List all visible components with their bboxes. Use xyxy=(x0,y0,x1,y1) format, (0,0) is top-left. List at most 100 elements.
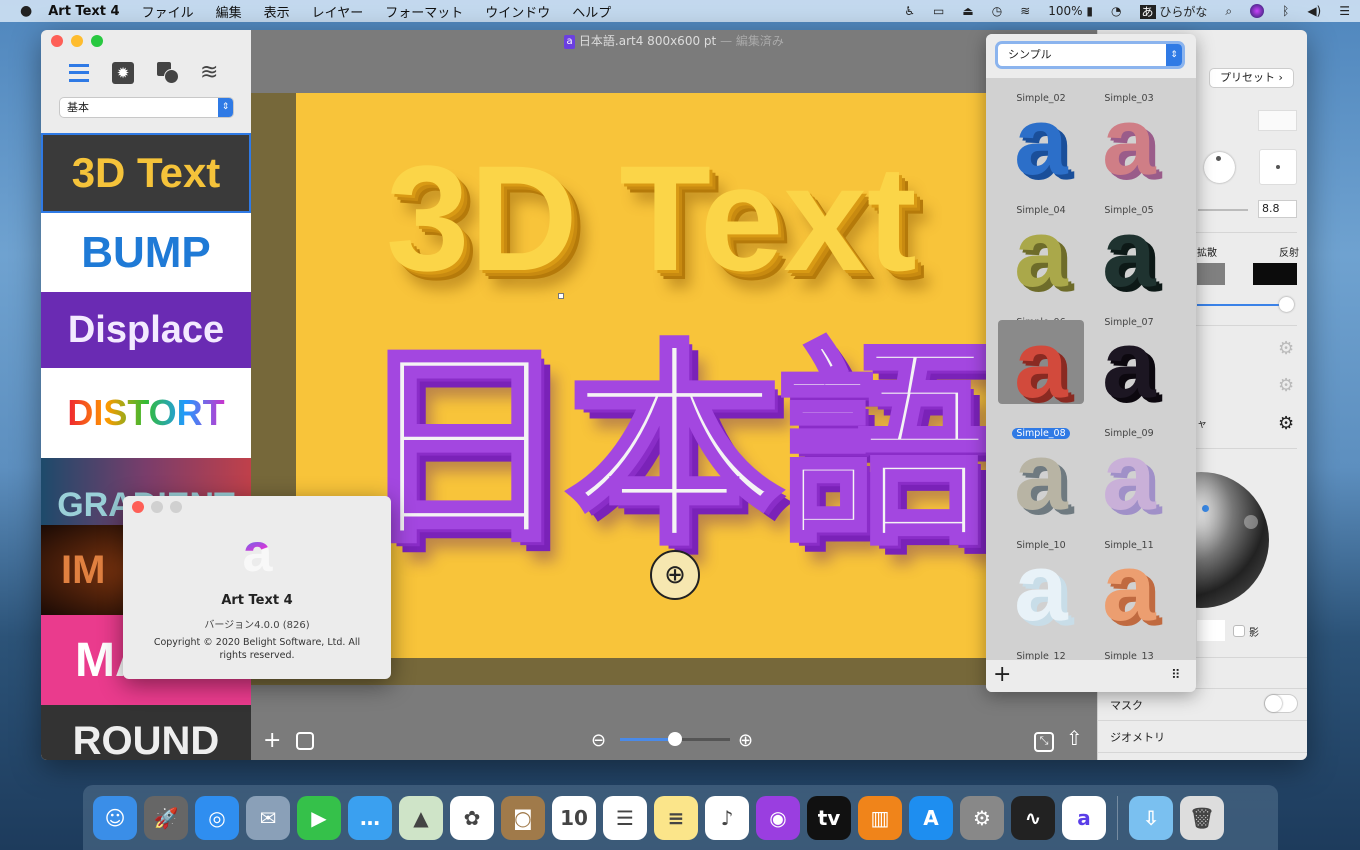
intensity-slider[interactable] xyxy=(1197,297,1294,312)
photos-icon[interactable]: ✿ xyxy=(450,795,494,840)
wifi-icon[interactable]: ≋ xyxy=(1020,4,1030,18)
menu-layer[interactable]: レイヤー xyxy=(312,2,364,21)
style-thumbnail[interactable]: a Simple_04 xyxy=(998,94,1084,217)
reminders-icon[interactable]: ☰ xyxy=(603,795,647,840)
podcasts-icon[interactable]: ◉ xyxy=(756,795,800,840)
fit-to-window-button[interactable]: ⤡ xyxy=(1034,732,1054,752)
zoom-slider-thumb[interactable] xyxy=(668,732,682,746)
rotate-3d-cursor-icon[interactable]: ⊕ xyxy=(650,550,700,600)
bluetooth-icon[interactable]: ᛒ xyxy=(1282,4,1289,18)
music-icon[interactable]: ♪ xyxy=(705,795,749,840)
eject-icon[interactable]: ⏏ xyxy=(962,4,973,18)
shapes-icon[interactable] xyxy=(157,62,179,84)
style-thumbnail[interactable]: aSimple_06 xyxy=(998,205,1084,328)
light-gear-icon[interactable]: ⚙ xyxy=(1278,338,1294,359)
clock-icon[interactable]: ◔ xyxy=(1111,4,1121,18)
volume-icon[interactable]: ◀) xyxy=(1307,4,1321,18)
style-thumbnail[interactable]: a Simple_08 xyxy=(998,317,1084,439)
artboard[interactable]: 3D Text 日本語 xyxy=(296,93,991,658)
style-thumbnail[interactable]: a Simple_07 xyxy=(1086,205,1172,328)
facetime-icon[interactable]: ▶ xyxy=(297,795,341,840)
position-pad[interactable] xyxy=(1259,149,1297,185)
style-thumbnail[interactable]: a Simple_13 xyxy=(1086,540,1172,663)
menu-view[interactable]: 表示 xyxy=(264,2,290,21)
maps-icon[interactable]: ▲ xyxy=(399,795,443,840)
tv-icon[interactable]: tv xyxy=(807,795,851,840)
contacts-icon[interactable]: ◙ xyxy=(501,795,545,840)
menu-window[interactable]: ウインドウ xyxy=(485,2,550,21)
value-slider[interactable] xyxy=(1198,209,1248,211)
downloads-folder-icon[interactable]: ⇩ xyxy=(1129,795,1173,840)
zoom-in-icon[interactable]: ⊕ xyxy=(738,730,753,751)
layers-icon[interactable]: ≋ xyxy=(200,60,218,85)
input-method-icon[interactable]: あ xyxy=(1139,4,1156,19)
style-thumbnail[interactable]: aSimple_02 xyxy=(998,34,1084,104)
light-handle[interactable] xyxy=(1244,515,1258,529)
preset-button[interactable]: プリセット › xyxy=(1210,69,1293,87)
layout-button[interactable] xyxy=(296,732,314,750)
preset-round[interactable]: ROUND xyxy=(41,705,251,760)
shadow-checkbox[interactable] xyxy=(1233,625,1245,637)
style-thumbnail[interactable]: a Simple_11 xyxy=(1086,428,1172,551)
launchpad-icon[interactable]: 🚀 xyxy=(144,795,188,840)
preset-displace[interactable]: Displace xyxy=(41,292,251,368)
preset-distort[interactable]: DISTORT xyxy=(41,368,251,458)
accessibility-icon[interactable]: ♿ xyxy=(904,4,915,18)
gear-tab-icon[interactable]: ✹ xyxy=(112,62,134,84)
camera-icon[interactable]: ▭ xyxy=(933,4,944,18)
style-thumbnail[interactable]: aSimple_03 xyxy=(1086,34,1172,104)
grid-icon[interactable]: ⠿ xyxy=(1171,668,1181,683)
battery-icon[interactable]: ▮ xyxy=(1086,4,1093,18)
mail-icon[interactable]: ✉ xyxy=(246,795,290,840)
zoom-out-icon[interactable]: ⊖ xyxy=(591,730,606,751)
add-style-button[interactable]: + xyxy=(993,662,1011,687)
calendar-icon[interactable]: 10 xyxy=(552,795,596,840)
menu-app[interactable]: Art Text 4 xyxy=(48,4,119,19)
value-field[interactable]: 8.8 xyxy=(1258,200,1297,218)
messages-icon[interactable]: … xyxy=(348,795,392,840)
app-store-icon[interactable]: A xyxy=(909,795,953,840)
style-thumbnail[interactable]: a Simple_10 xyxy=(998,428,1084,551)
close-button[interactable] xyxy=(51,35,63,47)
system-preferences-icon[interactable]: ⚙ xyxy=(960,795,1004,840)
siri-icon[interactable] xyxy=(1250,4,1265,18)
finder-icon[interactable]: ☺ xyxy=(93,795,137,840)
share-icon[interactable]: ⇧ xyxy=(1066,726,1083,750)
mask-toggle[interactable] xyxy=(1265,695,1297,712)
canvas-text-japanese[interactable]: 日本語 xyxy=(353,318,991,578)
list-icon[interactable] xyxy=(69,64,89,82)
minimize-button[interactable] xyxy=(71,35,83,47)
activity-monitor-icon[interactable]: ∿ xyxy=(1011,795,1055,840)
books-icon[interactable]: ▥ xyxy=(858,795,902,840)
apple-icon[interactable]: ● xyxy=(20,3,32,19)
preset-3d-text[interactable]: 3D Text xyxy=(41,133,251,213)
selection-handle[interactable] xyxy=(558,293,564,299)
about-close-button[interactable] xyxy=(132,501,144,513)
notification-center-icon[interactable]: ☰ xyxy=(1339,4,1350,18)
menu-file[interactable]: ファイル xyxy=(142,2,194,21)
light-gear-icon[interactable]: ⚙ xyxy=(1278,375,1294,396)
menu-edit[interactable]: 編集 xyxy=(216,2,242,21)
light-gear-icon[interactable]: ⚙ xyxy=(1278,413,1294,434)
geometry-label[interactable]: ジオメトリ xyxy=(1110,729,1165,745)
shadow-field[interactable] xyxy=(1197,620,1225,641)
search-icon[interactable]: ⌕ xyxy=(1225,4,1232,19)
reflect-color-well[interactable] xyxy=(1253,263,1297,285)
canvas-text-3d[interactable]: 3D Text xyxy=(386,133,917,303)
style-thumbnail[interactable]: a Simple_09 xyxy=(1086,317,1172,440)
trash-icon[interactable]: 🗑 xyxy=(1180,795,1224,840)
notes-icon[interactable]: ≡ xyxy=(654,795,698,840)
category-select[interactable]: 基本 ⇕ xyxy=(60,98,233,117)
zoom-slider[interactable] xyxy=(620,732,730,746)
style-thumbnail[interactable]: a Simple_12 xyxy=(998,540,1084,663)
art-text-icon[interactable]: a xyxy=(1062,795,1106,840)
time-machine-icon[interactable]: ◷ xyxy=(992,4,1002,18)
diffuse-color-well[interactable] xyxy=(1197,263,1225,285)
color-well[interactable] xyxy=(1258,110,1297,131)
style-thumbnail[interactable]: a Simple_05 xyxy=(1086,94,1172,217)
angle-knob[interactable] xyxy=(1204,152,1235,183)
zoom-button[interactable] xyxy=(91,35,103,47)
safari-icon[interactable]: ◎ xyxy=(195,795,239,840)
add-layer-button[interactable]: + xyxy=(263,728,281,753)
preset-bump[interactable]: BUMP xyxy=(41,213,251,292)
